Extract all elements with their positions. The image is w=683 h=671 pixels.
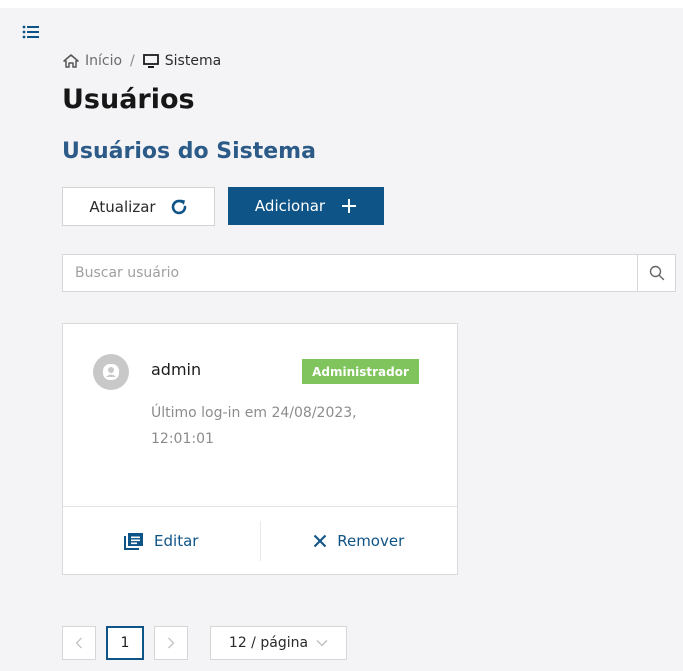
plus-icon	[342, 199, 357, 213]
user-name: admin	[151, 360, 202, 379]
prev-page-button[interactable]	[62, 626, 96, 660]
search-icon	[649, 265, 664, 281]
page-size-label: 12 / página	[228, 635, 309, 651]
edit-label: Editar	[154, 532, 199, 550]
chevron-left-icon	[75, 637, 82, 649]
refresh-button[interactable]: Atualizar	[62, 187, 215, 226]
menu-toggle-icon[interactable]	[22, 24, 40, 40]
page-title: Usuários	[62, 84, 195, 115]
user-icon	[103, 364, 119, 380]
role-badge: Administrador	[302, 359, 419, 384]
search-bar	[62, 254, 676, 292]
breadcrumb-home-label: Início	[85, 53, 123, 69]
breadcrumb-home[interactable]: Início	[63, 53, 122, 69]
last-login: Último log-in em 24/08/2023, 12:01:01	[151, 400, 421, 452]
chevron-down-icon	[316, 640, 328, 647]
add-user-button[interactable]: Adicionar	[228, 187, 384, 225]
add-button-label: Adicionar	[254, 197, 326, 215]
monitor-icon	[142, 53, 159, 68]
last-login-line2: 12:01:01	[151, 431, 214, 447]
remove-label: Remover	[337, 532, 405, 550]
card-actions: Editar Remover	[63, 506, 457, 575]
home-icon	[63, 54, 79, 68]
pagination: 1 12 / página	[62, 626, 347, 660]
search-input[interactable]	[63, 255, 637, 291]
page-subtitle: Usuários do Sistema	[62, 139, 316, 164]
edit-user-button[interactable]: Editar	[63, 507, 260, 575]
breadcrumb-current: Sistema	[142, 53, 222, 69]
chevron-right-icon	[168, 637, 175, 649]
edit-icon	[124, 533, 144, 550]
breadcrumb-current-label: Sistema	[164, 53, 222, 69]
page-size-select[interactable]: 12 / página	[210, 626, 347, 660]
refresh-icon	[171, 199, 186, 214]
avatar	[93, 354, 129, 390]
page-button-current[interactable]: 1	[106, 626, 144, 660]
search-button[interactable]	[637, 255, 675, 291]
next-page-button[interactable]	[154, 626, 188, 660]
refresh-button-label: Atualizar	[89, 197, 156, 216]
breadcrumb: Início / Sistema	[63, 51, 221, 71]
breadcrumb-separator: /	[130, 53, 135, 69]
remove-user-button[interactable]: Remover	[261, 507, 458, 575]
user-card: admin Administrador Último log-in em 24/…	[62, 323, 458, 575]
close-icon	[314, 534, 327, 548]
last-login-line1: Último log-in em 24/08/2023,	[151, 405, 357, 421]
